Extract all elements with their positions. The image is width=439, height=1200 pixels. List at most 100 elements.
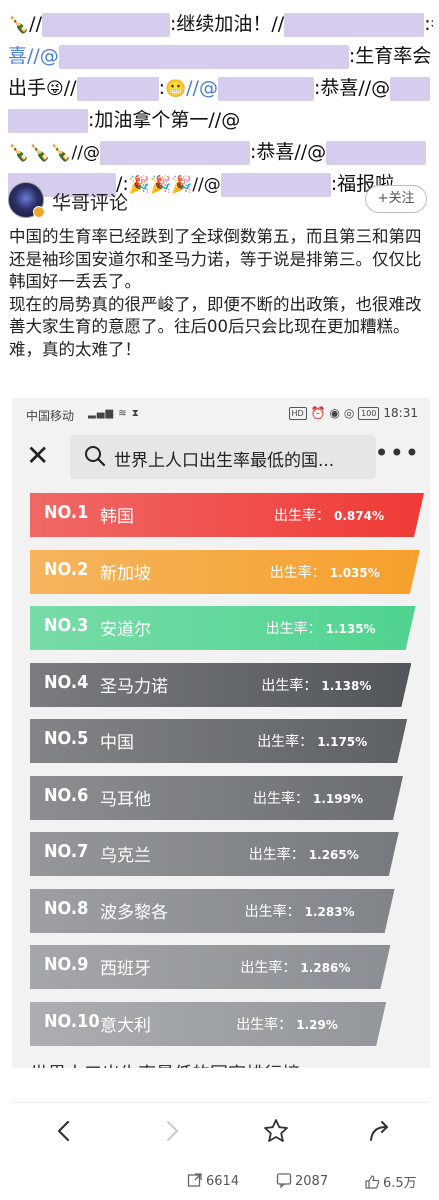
comment-text: :恭 <box>424 13 433 35</box>
ranking-item[interactable]: NO.5 中国 出生率： 1.175% <box>30 719 408 763</box>
author-name[interactable]: 华哥评论 <box>52 188 128 215</box>
ranking-item[interactable]: NO.3 安道尔 出生率： 1.135% <box>30 606 416 650</box>
birth-rate-label: 出生率： <box>261 677 318 694</box>
share-count[interactable]: 6614 <box>187 1172 239 1189</box>
ranking-item[interactable]: NO.7 乌克兰 出生率： 1.265% <box>30 832 399 876</box>
repost-comment-chain: 🍾//:继续加油！//:恭 喜//@:生育率会 出手😜//:😬//@:恭喜//@… <box>0 0 439 197</box>
signal-icon: ▂▄▆ ≋ ⧗ <box>88 408 140 419</box>
birth-rate-value: 1.283% <box>304 904 355 919</box>
birth-rate-label: 出生率： <box>236 1016 293 1033</box>
ranking-number: NO.3 <box>44 615 89 636</box>
embedded-screenshot[interactable]: 中国移动 ▂▄▆ ≋ ⧗ HD ⏰ ◉ ◎ 100 18:31 ✕ 世界上人口出生率… <box>12 398 430 1068</box>
follow-button[interactable]: +关注 <box>365 185 427 213</box>
search-bar[interactable]: 世界上人口出生率最低的国... <box>70 435 376 479</box>
birth-rate-value: 1.135% <box>325 622 376 636</box>
thumbs-up-icon <box>365 1175 380 1189</box>
birth-rate-value: 1.138% <box>321 678 372 693</box>
country-name: 马耳他 <box>100 789 151 810</box>
birth-rate-label: 出生率： <box>240 960 297 976</box>
ranking-item[interactable]: NO.10 意大利 出生率： 1.29% <box>30 1001 387 1046</box>
close-icon[interactable]: ✕ <box>26 440 49 472</box>
birth-rate: 出生率： 1.29% <box>236 1014 338 1034</box>
ranking-item[interactable]: NO.4 圣马力诺 出生率： 1.138% <box>30 662 412 707</box>
birth-rate: 出生率： 0.874% <box>274 505 384 525</box>
country-name: 波多黎各 <box>100 902 168 923</box>
comment-line: :加油拿个第一//@ <box>8 104 433 136</box>
post-paragraph: 现在的局势真的很严峻了，即便不断的出政策，也很难改善大家生育的意愿了。往后00后… <box>9 294 422 337</box>
author-header: 华哥评论 +关注 <box>0 180 439 222</box>
ranking-number: NO.9 <box>44 954 89 975</box>
hd-icon: HD <box>288 407 307 420</box>
comment-text: :生育率会 <box>348 45 432 67</box>
birth-rate: 出生率： 1.135% <box>266 618 376 638</box>
post-stats: 6614 2087 6.5万 <box>0 1166 439 1196</box>
birth-rate-value: 1.286% <box>300 961 351 975</box>
birth-rate-label: 出生率： <box>257 734 314 750</box>
comment-text: :恭喜//@ <box>313 77 391 99</box>
birth-rate-label: 出生率： <box>244 903 301 920</box>
ranking-item[interactable]: NO.8 波多黎各 出生率： 1.283% <box>30 888 395 933</box>
birth-rate-value: 0.874% <box>334 509 384 523</box>
browser-nav-bar <box>12 1102 430 1156</box>
status-right: HD ⏰ ◉ ◎ 100 18:31 <box>288 406 418 420</box>
ranking-item[interactable]: NO.1 韩国 出生率： 0.874% <box>30 493 424 537</box>
search-row: ✕ 世界上人口出生率最低的国... ••• <box>12 434 430 484</box>
forward-icon[interactable] <box>158 1117 186 1145</box>
battery-icon: 100 <box>358 407 380 420</box>
repost-icon <box>187 1173 202 1187</box>
redacted-username <box>58 44 349 69</box>
comment-text: :恭喜//@ <box>249 141 327 163</box>
comment-line: 出手😜//:😬//@:恭喜//@ <box>8 72 433 104</box>
nfc-icon: ◎ <box>343 406 355 420</box>
comment-text: :继续加油！// <box>169 13 285 35</box>
post-paragraph: 中国的生育率已经跌到了全球倒数第五，而且第三和第四还是袖珍国安道尔和圣马力诺，等… <box>9 227 422 291</box>
birth-rate-label: 出生率： <box>265 621 322 637</box>
post-paragraph: 难，真的太难了！ <box>9 339 141 359</box>
birth-rate: 出生率： 1.175% <box>257 731 367 751</box>
ranking-number: NO.10 <box>44 1010 100 1032</box>
mention[interactable]: 喜//@ <box>8 45 59 67</box>
birth-rate-value: 1.199% <box>313 791 363 806</box>
country-name: 圣马力诺 <box>100 676 168 697</box>
birth-rate-value: 1.29% <box>296 1017 338 1032</box>
comment-line: 喜//@ :生育率会 <box>8 40 433 72</box>
redacted-username <box>217 76 314 101</box>
ranking-item[interactable]: NO.2 新加坡 出生率： 1.035% <box>30 549 420 594</box>
country-name: 安道尔 <box>100 620 151 640</box>
next-article-title[interactable]: 世界人口出生率最低的国家排行榜 <box>30 1060 300 1068</box>
ranking-number: NO.5 <box>44 728 89 749</box>
alarm-icon: ⏰ <box>310 406 326 420</box>
star-icon[interactable] <box>262 1117 290 1145</box>
birth-rate-label: 出生率： <box>248 847 305 863</box>
birth-rate: 出生率： 1.286% <box>240 957 350 977</box>
search-query: 世界上人口出生率最低的国... <box>114 451 335 471</box>
redacted-username <box>284 12 425 37</box>
country-name: 韩国 <box>100 507 134 527</box>
comment-line: 🍾🍾🍾//@:恭喜//@ <box>8 136 433 168</box>
status-time: 18:31 <box>383 406 418 420</box>
ranking-number: NO.1 <box>44 502 89 523</box>
birth-rate: 出生率： 1.265% <box>249 844 359 864</box>
search-icon <box>85 446 106 467</box>
country-name: 中国 <box>100 733 134 753</box>
birth-rate: 出生率： 1.138% <box>261 675 371 695</box>
comment-text: 出手 <box>8 77 47 99</box>
mention[interactable]: //@ <box>186 77 218 99</box>
post-body: 中国的生育率已经跌到了全球倒数第五，而且第三和第四还是袖珍国安道尔和圣马力诺，等… <box>9 226 435 361</box>
like-count[interactable]: 6.5万 <box>364 1172 417 1191</box>
comment-count[interactable]: 2087 <box>276 1172 328 1189</box>
ranking-item[interactable]: NO.9 西班牙 出生率： 1.286% <box>30 945 391 989</box>
redacted-username <box>76 76 159 101</box>
ranking-item[interactable]: NO.6 马耳他 出生率： 1.199% <box>30 775 403 820</box>
back-icon[interactable] <box>50 1117 78 1145</box>
share-icon[interactable] <box>366 1117 394 1145</box>
ranking-number: NO.6 <box>44 784 89 806</box>
ranking-number: NO.2 <box>44 558 89 580</box>
more-icon[interactable]: ••• <box>375 438 420 468</box>
champagne-icon: 🍾 <box>8 15 30 35</box>
redacted-username <box>99 140 250 165</box>
birth-rate-value: 1.265% <box>308 848 359 862</box>
verified-badge-icon <box>33 206 45 218</box>
redacted-username <box>41 12 170 37</box>
redacted-username <box>326 140 427 165</box>
